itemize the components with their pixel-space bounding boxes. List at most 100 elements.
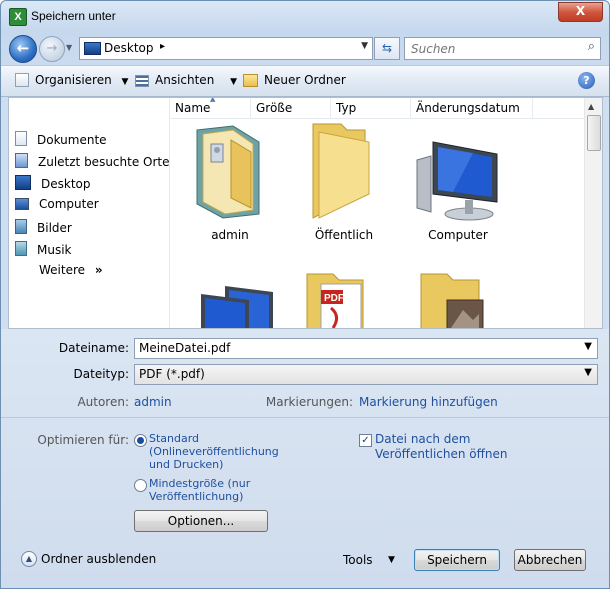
help-button[interactable]: ?	[578, 72, 595, 89]
close-button[interactable]: X	[558, 2, 603, 22]
cancel-button[interactable]: Abbrechen	[514, 549, 586, 571]
filename-field[interactable]: MeineDatei.pdf ▼	[134, 338, 598, 359]
toolbar: Organisieren ▼ Ansichten ▼ Neuer Ordner …	[1, 65, 609, 97]
search-input[interactable]	[409, 40, 578, 58]
column-separator[interactable]	[532, 98, 533, 118]
sort-ascending-icon: ▲	[210, 97, 216, 103]
vertical-scrollbar[interactable]: ▲	[584, 98, 602, 328]
file-label: Computer	[428, 228, 488, 242]
sidebar-item-recent-places[interactable]: Zuletzt besuchte Orte	[15, 153, 170, 171]
file-item-pdf-folder[interactable]: PDF	[303, 272, 413, 328]
chevron-down-icon[interactable]: ▼	[388, 555, 395, 565]
picture-folder-icon	[420, 273, 484, 328]
chevron-down-icon[interactable]: ▼	[584, 341, 592, 352]
new-folder-icon	[243, 74, 258, 87]
scroll-up-icon[interactable]: ▲	[588, 102, 594, 111]
authors-label: Autoren:	[77, 395, 129, 409]
sidebar-item-desktop[interactable]: Desktop	[15, 175, 91, 193]
column-separator[interactable]	[330, 98, 331, 118]
chevron-down-icon[interactable]: ▼	[361, 41, 368, 51]
filename-value[interactable]: MeineDatei.pdf	[139, 341, 230, 355]
open-after-publish-label[interactable]: Datei nach dem Veröffentlichen öffnen	[375, 432, 508, 462]
recent-places-icon	[15, 153, 28, 168]
options-button[interactable]: Optionen...	[134, 510, 268, 532]
hide-folders-link[interactable]: Ordner ausblenden	[41, 552, 156, 566]
computer-icon	[416, 141, 498, 221]
tags-value[interactable]: Markierung hinzufügen	[359, 395, 498, 409]
excel-icon: X	[9, 8, 27, 26]
column-size[interactable]: Größe	[256, 101, 292, 115]
chevron-down-icon: ▼	[230, 77, 238, 87]
file-item-oeffentlich[interactable]: Öffentlich	[289, 122, 399, 252]
window-title: Speichern unter	[31, 9, 116, 23]
file-item-admin[interactable]: admin	[175, 122, 285, 252]
pdf-badge: PDF	[324, 293, 344, 304]
save-as-dialog: X Speichern unter X ← → ▼ Desktop ▸ ▼ ⇆ …	[0, 0, 610, 589]
folder-icon	[312, 123, 370, 219]
refresh-button[interactable]: ⇆	[374, 37, 400, 60]
history-dropdown-icon[interactable]: ▼	[66, 43, 74, 52]
file-item-picture-folder[interactable]	[417, 272, 527, 328]
column-name[interactable]: Name	[175, 101, 210, 115]
divider	[1, 417, 609, 418]
navigation-bar: ← → ▼ Desktop ▸ ▼ ⇆ ⌕	[1, 31, 609, 65]
optimize-standard-label[interactable]: Standard (Onlineveröffentlichung und Dru…	[149, 432, 279, 471]
search-box[interactable]: ⌕	[404, 37, 601, 60]
title-bar: X Speichern unter X	[1, 1, 609, 31]
views-menu[interactable]: Ansichten ▼	[135, 73, 237, 87]
sidebar-more[interactable]: Weitere »	[39, 263, 103, 281]
organize-menu[interactable]: Organisieren ▼	[15, 73, 128, 87]
tools-menu[interactable]: Tools	[343, 553, 373, 567]
desktop-icon	[15, 175, 31, 190]
column-separator[interactable]	[250, 98, 251, 118]
chevron-right-icon[interactable]: ▸	[160, 41, 165, 52]
pdf-folder-icon: PDF	[306, 273, 364, 328]
sidebar-item-computer[interactable]: Computer	[15, 197, 99, 215]
column-header: Name ▲ Größe Typ Änderungsdatum	[170, 98, 584, 119]
file-label: Öffentlich	[314, 228, 374, 242]
chevron-down-icon: ▼	[121, 77, 129, 87]
views-icon	[135, 75, 149, 87]
network-icon	[201, 286, 273, 328]
double-chevron-icon: »	[94, 263, 103, 277]
address-location[interactable]: Desktop	[104, 41, 154, 55]
desktop-icon	[84, 42, 101, 55]
optimize-standard-radio[interactable]	[134, 434, 147, 447]
optimize-label: Optimieren für:	[37, 433, 129, 447]
sidebar-item-dokumente[interactable]: Dokumente	[15, 131, 107, 149]
optimize-minimum-label[interactable]: Mindestgröße (nur Veröffentlichung)	[149, 477, 250, 503]
computer-icon	[15, 198, 29, 210]
column-separator[interactable]	[410, 98, 411, 118]
collapse-icon[interactable]: ▲	[21, 551, 37, 567]
sidebar-item-bilder[interactable]: Bilder	[15, 219, 72, 237]
music-icon	[15, 241, 27, 256]
documents-icon	[15, 131, 27, 146]
tags-label: Markierungen:	[265, 395, 353, 409]
organize-icon	[15, 73, 29, 87]
file-item-computer[interactable]: Computer	[403, 122, 513, 252]
file-browser: Dokumente Zuletzt besuchte Orte Desktop …	[8, 97, 603, 329]
authors-value[interactable]: admin	[134, 395, 172, 409]
forward-button[interactable]: →	[39, 36, 65, 62]
open-after-publish-checkbox[interactable]: ✓	[359, 434, 372, 447]
search-icon[interactable]: ⌕	[588, 39, 595, 54]
back-button[interactable]: ←	[9, 35, 37, 63]
file-item-network[interactable]	[195, 282, 305, 328]
chevron-down-icon[interactable]: ▼	[584, 367, 592, 378]
column-type[interactable]: Typ	[336, 101, 356, 115]
new-folder-button[interactable]: Neuer Ordner	[243, 73, 346, 87]
address-bar[interactable]: Desktop ▸ ▼	[79, 37, 373, 60]
navigation-pane: Dokumente Zuletzt besuchte Orte Desktop …	[9, 98, 170, 328]
pictures-icon	[15, 219, 27, 234]
optimize-minimum-radio[interactable]	[134, 479, 147, 492]
sidebar-item-musik[interactable]: Musik	[15, 241, 72, 259]
save-button[interactable]: Speichern	[414, 549, 500, 571]
filetype-select[interactable]: PDF (*.pdf) ▼	[134, 364, 598, 385]
save-form: Dateiname: MeineDatei.pdf ▼ Dateityp: PD…	[1, 329, 609, 588]
filename-label: Dateiname:	[58, 341, 129, 355]
file-label: admin	[211, 228, 249, 242]
filetype-label: Dateityp:	[73, 367, 129, 381]
scroll-thumb[interactable]	[587, 115, 601, 151]
user-folder-icon	[196, 125, 260, 219]
column-date[interactable]: Änderungsdatum	[416, 101, 520, 115]
